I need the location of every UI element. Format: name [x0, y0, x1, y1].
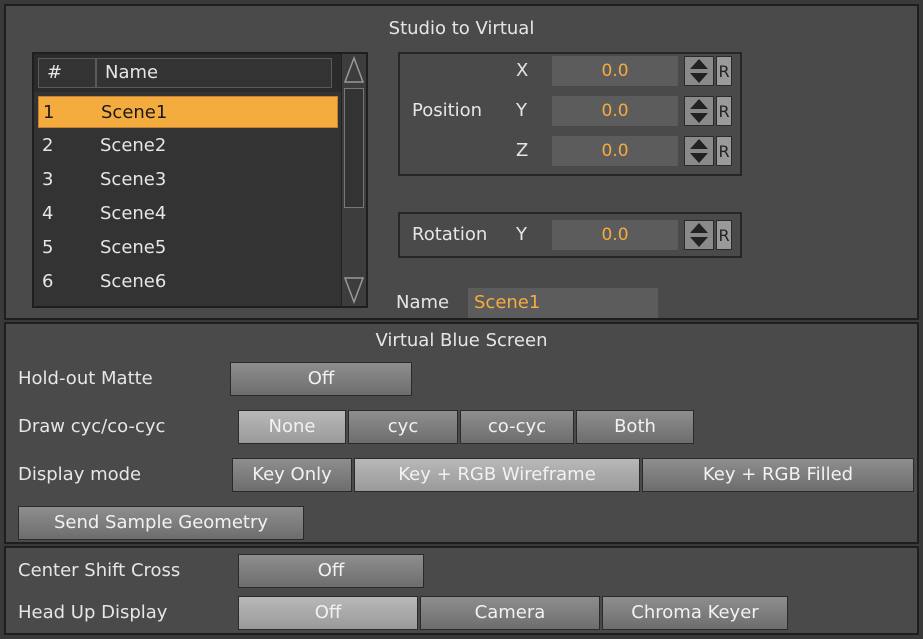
- scene-name-field[interactable]: Scene1: [468, 288, 658, 318]
- spin-up-icon[interactable]: [690, 223, 708, 233]
- position-group: Position X Y Z 0.0 0.0 0.0 R R R: [398, 52, 742, 176]
- list-item[interactable]: 6 Scene6: [38, 266, 338, 298]
- hold-out-matte-label: Hold-out Matte: [18, 368, 153, 389]
- scene-list-header: # Name: [34, 54, 342, 92]
- display-mode-key-only-button[interactable]: Key Only: [232, 458, 352, 492]
- rotation-y-reset-button[interactable]: R: [716, 220, 732, 250]
- rotation-group: Rotation Y 0.0 R: [398, 212, 742, 258]
- position-label: Position: [412, 100, 483, 121]
- spin-up-icon[interactable]: [690, 139, 708, 149]
- list-item[interactable]: 4 Scene4: [38, 198, 338, 230]
- position-z-field[interactable]: 0.0: [552, 136, 678, 166]
- scene-list-scrollbar[interactable]: [341, 54, 366, 306]
- column-header-number[interactable]: #: [38, 58, 96, 88]
- position-z-spinner[interactable]: [684, 136, 714, 166]
- list-item[interactable]: 1 Scene1: [38, 96, 338, 128]
- rotation-y-field[interactable]: 0.0: [552, 220, 678, 250]
- center-shift-cross-label: Center Shift Cross: [18, 560, 181, 581]
- spin-down-icon[interactable]: [690, 237, 708, 247]
- position-x-label: X: [516, 60, 529, 81]
- position-z-reset-button[interactable]: R: [716, 136, 732, 166]
- list-item[interactable]: 3 Scene3: [38, 164, 338, 196]
- column-header-name[interactable]: Name: [96, 58, 332, 88]
- display-mode-key-rgb-wireframe-button[interactable]: Key + RGB Wireframe: [354, 458, 640, 492]
- display-mode-key-rgb-filled-button[interactable]: Key + RGB Filled: [642, 458, 914, 492]
- studio-to-virtual-title: Studio to Virtual: [388, 18, 535, 39]
- spin-down-icon[interactable]: [690, 153, 708, 163]
- position-y-spinner[interactable]: [684, 96, 714, 126]
- display-options-panel: Center Shift Cross Off Head Up Display O…: [4, 546, 919, 635]
- hold-out-matte-button[interactable]: Off: [230, 362, 412, 396]
- display-mode-label: Display mode: [18, 464, 142, 485]
- spin-up-icon[interactable]: [690, 59, 708, 69]
- rotation-label: Rotation: [412, 224, 488, 245]
- hud-chroma-keyer-button[interactable]: Chroma Keyer: [602, 596, 788, 630]
- draw-cyc-co-cyc-button[interactable]: co-cyc: [460, 410, 574, 444]
- draw-cyc-none-button[interactable]: None: [238, 410, 346, 444]
- list-item[interactable]: 2 Scene2: [38, 130, 338, 162]
- head-up-display-label: Head Up Display: [18, 602, 168, 623]
- draw-cyc-label: Draw cyc/co-cyc: [18, 416, 166, 437]
- spin-down-icon[interactable]: [690, 73, 708, 83]
- scroll-down-arrow-icon[interactable]: [343, 276, 365, 304]
- draw-cyc-both-button[interactable]: Both: [576, 410, 694, 444]
- rotation-y-label: Y: [516, 224, 527, 245]
- position-z-label: Z: [516, 140, 529, 161]
- position-y-label: Y: [516, 100, 527, 121]
- studio-to-virtual-panel: Studio to Virtual # Name 1 Scene1 2 Scen…: [4, 4, 919, 320]
- virtual-blue-screen-title: Virtual Blue Screen: [375, 330, 548, 351]
- spin-up-icon[interactable]: [690, 99, 708, 109]
- position-x-field[interactable]: 0.0: [552, 56, 678, 86]
- scene-name-label: Name: [396, 292, 450, 313]
- hud-camera-button[interactable]: Camera: [420, 596, 600, 630]
- center-shift-cross-button[interactable]: Off: [238, 554, 424, 588]
- list-item[interactable]: 5 Scene5: [38, 232, 338, 264]
- spin-down-icon[interactable]: [690, 113, 708, 123]
- position-y-field[interactable]: 0.0: [552, 96, 678, 126]
- rotation-y-spinner[interactable]: [684, 220, 714, 250]
- scrollbar-thumb[interactable]: [344, 88, 364, 208]
- hud-off-button[interactable]: Off: [238, 596, 418, 630]
- virtual-blue-screen-panel: Virtual Blue Screen Hold-out Matte Off D…: [4, 322, 919, 544]
- draw-cyc-cyc-button[interactable]: cyc: [348, 410, 458, 444]
- position-x-reset-button[interactable]: R: [716, 56, 732, 86]
- scene-list: # Name 1 Scene1 2 Scene2 3 Scene3 4 Scen…: [32, 52, 368, 308]
- send-sample-geometry-button[interactable]: Send Sample Geometry: [18, 506, 304, 540]
- position-x-spinner[interactable]: [684, 56, 714, 86]
- position-y-reset-button[interactable]: R: [716, 96, 732, 126]
- scroll-up-arrow-icon[interactable]: [343, 56, 365, 84]
